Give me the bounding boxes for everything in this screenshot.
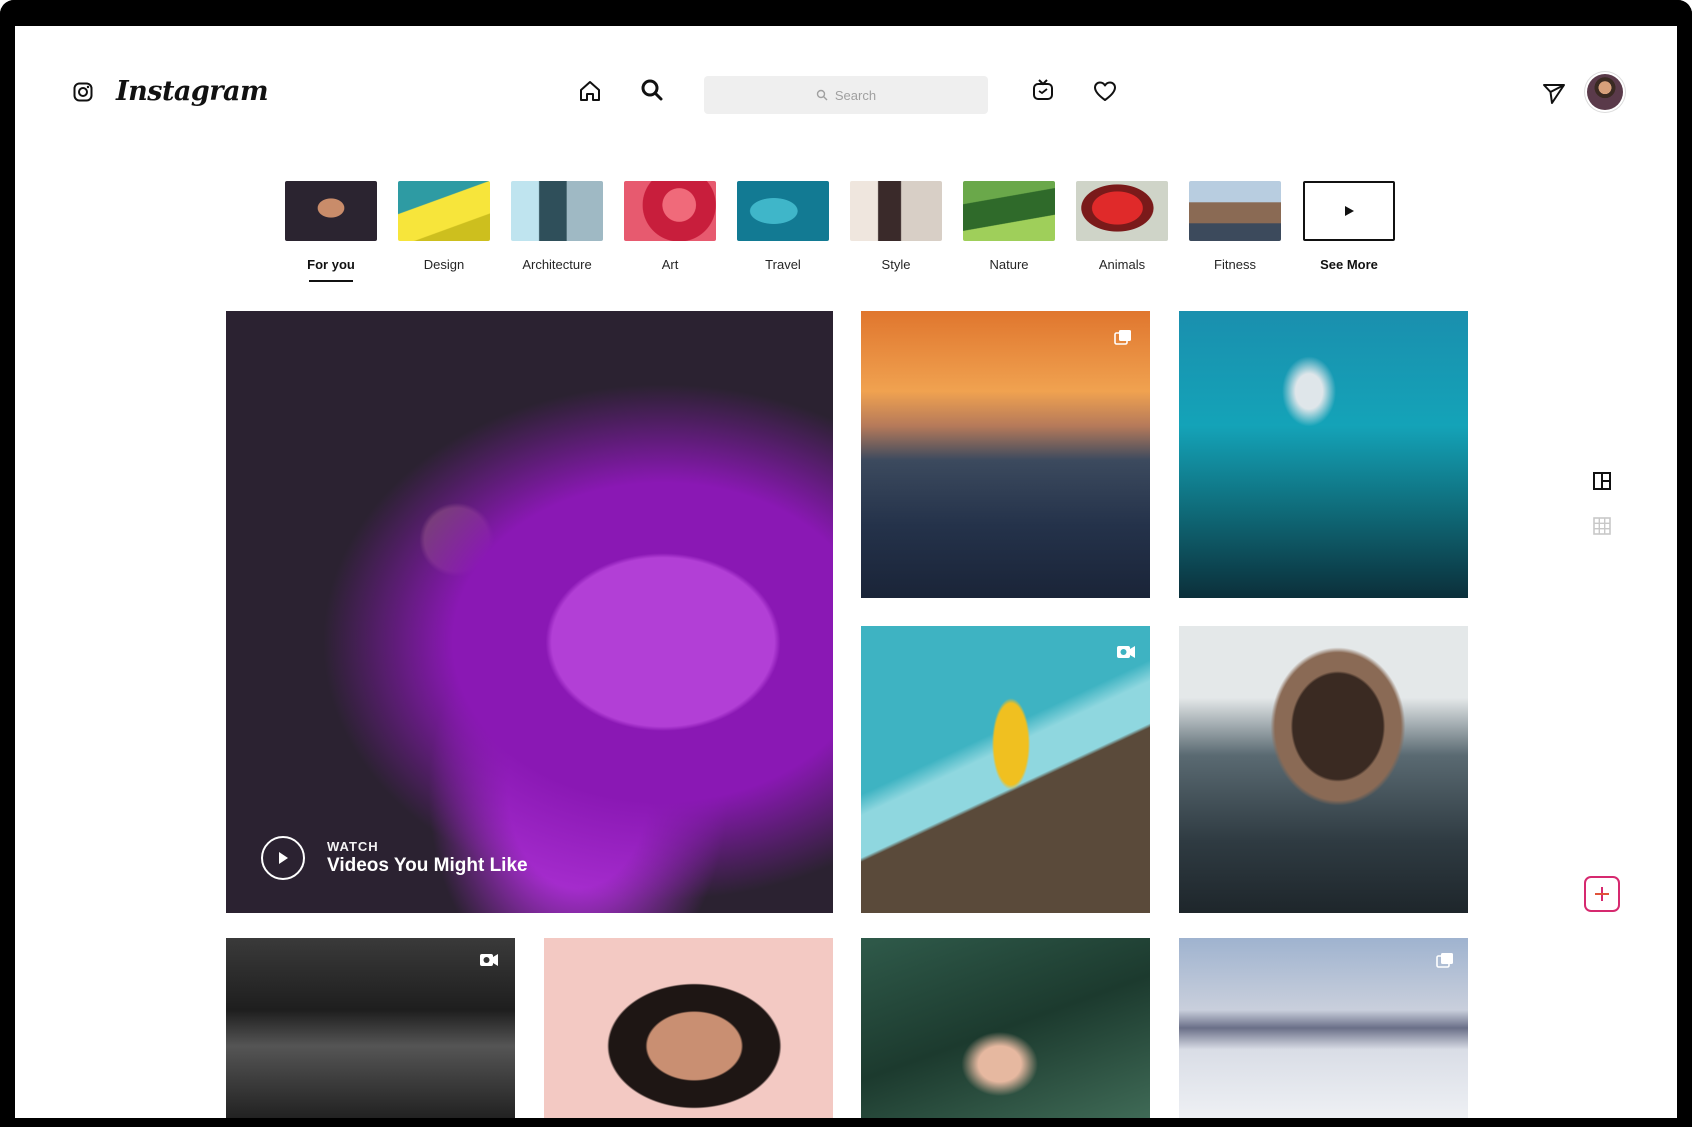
category-thumb (398, 181, 490, 241)
category-label: Fitness (1214, 257, 1256, 272)
plus-icon (1595, 887, 1609, 901)
post-tile-polar-bear[interactable] (1179, 311, 1468, 598)
category-animals[interactable]: Animals (1076, 181, 1168, 272)
skater-figure (981, 696, 1041, 816)
category-design[interactable]: Design (398, 181, 490, 272)
category-label: For you (307, 257, 355, 272)
post-tile-clouds-peaks[interactable] (1179, 938, 1468, 1118)
igtv-icon[interactable] (1030, 77, 1056, 103)
app-screen: Instagram Search For you Design Architec… (15, 26, 1677, 1118)
heart-icon[interactable] (1092, 78, 1118, 104)
category-thumb (285, 181, 377, 241)
search-input[interactable]: Search (704, 76, 988, 114)
category-travel[interactable]: Travel (737, 181, 829, 272)
post-tile-woman-palms[interactable] (861, 938, 1150, 1118)
instagram-glyph-icon[interactable] (73, 82, 93, 102)
category-style[interactable]: Style (850, 181, 942, 272)
category-art[interactable]: Art (624, 181, 716, 272)
post-tile-mountain-sunset[interactable] (861, 311, 1150, 598)
category-label: Travel (765, 257, 801, 272)
search-icon[interactable] (639, 77, 665, 103)
featured-video-tile[interactable]: WATCH Videos You Might Like (226, 311, 833, 913)
category-label: Animals (1098, 257, 1146, 272)
category-thumb (1189, 181, 1281, 241)
top-nav: Instagram Search (15, 26, 1677, 156)
play-icon (1345, 206, 1354, 216)
play-button[interactable] (261, 836, 305, 880)
carousel-icon (1114, 330, 1131, 345)
create-post-button[interactable] (1584, 876, 1620, 912)
device-frame-top (0, 0, 1692, 26)
category-label: Art (661, 257, 679, 272)
layout-grid-icon[interactable] (1592, 516, 1612, 536)
watch-title: Videos You Might Like (327, 855, 528, 876)
see-more-thumb (1303, 181, 1395, 241)
category-for-you[interactable]: For you (285, 181, 377, 282)
category-fitness[interactable]: Fitness (1189, 181, 1281, 272)
post-tile-band[interactable] (226, 938, 515, 1118)
category-label: Architecture (522, 257, 592, 272)
category-label: Style (881, 257, 911, 272)
category-thumb (511, 181, 603, 241)
category-label: Design (423, 257, 465, 272)
video-icon (1117, 646, 1135, 658)
device-frame-right (1677, 0, 1692, 1118)
search-field-icon (816, 89, 828, 101)
post-tile-skater[interactable] (861, 626, 1150, 913)
active-tab-indicator (309, 280, 353, 282)
play-icon (279, 852, 288, 864)
category-thumb (737, 181, 829, 241)
category-label: Nature (989, 257, 1029, 272)
page-bottom-edge (0, 1127, 1692, 1135)
post-tile-face-in-water[interactable] (1179, 626, 1468, 913)
category-architecture[interactable]: Architecture (511, 181, 603, 272)
layout-large-icon[interactable] (1592, 471, 1612, 491)
category-thumb (850, 181, 942, 241)
category-see-more[interactable]: See More (1303, 181, 1395, 272)
category-thumb (963, 181, 1055, 241)
category-nature[interactable]: Nature (963, 181, 1055, 272)
watch-kicker: WATCH (327, 839, 379, 854)
category-thumb (1076, 181, 1168, 241)
category-label: See More (1320, 257, 1378, 272)
search-placeholder: Search (834, 87, 877, 103)
watch-overlay[interactable]: WATCH Videos You Might Like (261, 836, 528, 880)
category-thumb (624, 181, 716, 241)
carousel-icon (1436, 953, 1453, 968)
instagram-wordmark[interactable]: Instagram (116, 76, 269, 107)
post-tile-woman-portrait[interactable] (544, 938, 833, 1118)
device-frame-left (0, 0, 15, 1118)
video-icon (480, 954, 498, 966)
home-icon[interactable] (577, 78, 603, 104)
profile-avatar[interactable] (1587, 74, 1623, 110)
direct-send-icon[interactable] (1541, 80, 1567, 106)
